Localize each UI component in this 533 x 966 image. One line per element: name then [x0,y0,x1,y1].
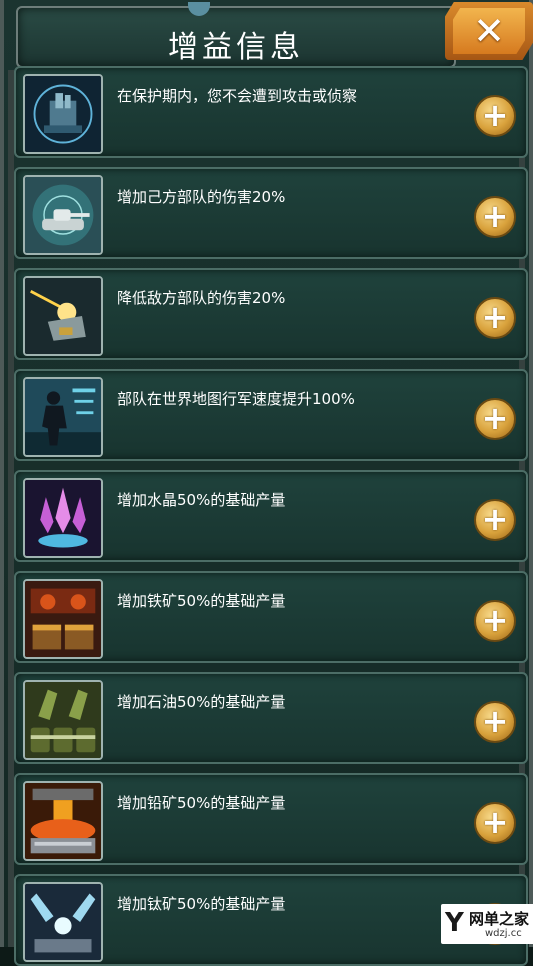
activate-buff-button[interactable]: + [474,701,516,743]
shield-protection-icon-art [25,76,101,152]
buff-description: 增加石油50%的基础产量 [117,693,286,711]
activate-buff-button[interactable]: + [474,600,516,642]
buff-description: 增加水晶50%的基础产量 [117,491,286,509]
site-watermark: Y 网单之家 wdzj.cc [441,904,533,944]
crystal-icon-art [25,480,101,556]
activate-buff-button[interactable]: + [474,398,516,440]
activate-buff-button[interactable]: + [474,499,516,541]
buff-description: 增加铁矿50%的基础产量 [117,592,286,610]
activate-buff-button[interactable]: + [474,297,516,339]
watermark-logo-icon: Y [445,908,464,938]
shield-protection-icon [23,74,103,154]
buff-description: 降低敌方部队的伤害20% [117,289,286,307]
panel-title: 增益信息 [168,30,304,65]
header-ornament-icon [188,2,210,16]
buff-info-panel: 增益信息 ✕ 在保护期内，您不会遭到攻击或侦察 + 增加己方部队的伤害20% +… [0,0,533,966]
titanium-ore-icon [23,882,103,962]
plus-icon: + [481,197,509,235]
marching-soldier-icon [23,377,103,457]
titanium-ore-icon-art [25,884,101,960]
close-icon[interactable]: ✕ [453,8,525,54]
tank-radar-icon-art [25,177,101,253]
buff-row: 增加铁矿50%的基础产量 + [14,571,528,663]
panel-header: 增益信息 [16,2,456,68]
buff-description: 部队在世界地图行军速度提升100% [117,390,355,408]
buff-row: 增加铅矿50%的基础产量 + [14,773,528,865]
buff-description: 增加钛矿50%的基础产量 [117,895,286,913]
buff-row: 增加己方部队的伤害20% + [14,167,528,259]
plus-icon: + [481,298,509,336]
watermark-url: wdzj.cc [485,928,522,939]
plus-icon: + [481,96,509,134]
buff-description: 在保护期内，您不会遭到攻击或侦察 [117,87,358,105]
lead-ore-icon-art [25,783,101,859]
tank-radar-icon [23,175,103,255]
plus-icon: + [481,803,509,841]
buff-row: 在保护期内，您不会遭到攻击或侦察 + [14,66,528,158]
buff-row: 增加水晶50%的基础产量 + [14,470,528,562]
oil-barrel-icon [23,680,103,760]
oil-barrel-icon-art [25,682,101,758]
activate-buff-button[interactable]: + [474,196,516,238]
laser-turret-icon [23,276,103,356]
plus-icon: + [481,500,509,538]
buff-description: 增加己方部队的伤害20% [117,188,286,206]
buff-row: 部队在世界地图行军速度提升100% + [14,369,528,461]
marching-soldier-icon-art [25,379,101,455]
lead-ore-icon [23,781,103,861]
activate-buff-button[interactable]: + [474,802,516,844]
iron-ore-icon-art [25,581,101,657]
plus-icon: + [481,702,509,740]
plus-icon: + [481,601,509,639]
close-button-face[interactable]: ✕ [453,8,525,54]
buff-row: 增加石油50%的基础产量 + [14,672,528,764]
buff-description: 增加铅矿50%的基础产量 [117,794,286,812]
laser-turret-icon-art [25,278,101,354]
crystal-icon [23,478,103,558]
activate-buff-button[interactable]: + [474,95,516,137]
buff-row: 降低敌方部队的伤害20% + [14,268,528,360]
plus-icon: + [481,399,509,437]
iron-ore-icon [23,579,103,659]
watermark-name: 网单之家 [469,910,530,928]
close-button[interactable]: ✕ [445,2,533,60]
